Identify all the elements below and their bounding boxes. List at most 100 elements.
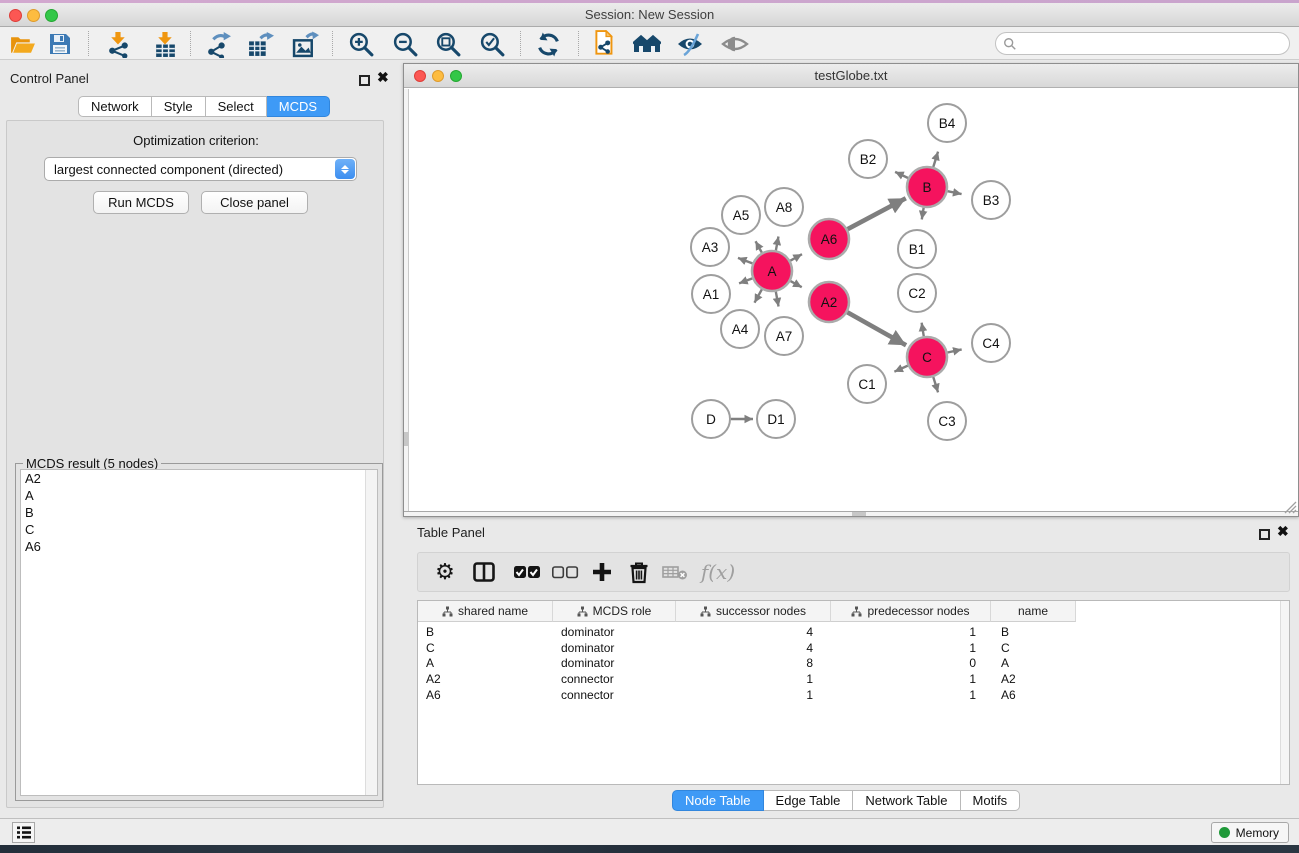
table-scrollbar[interactable] <box>1280 601 1289 784</box>
export-image-button[interactable] <box>290 30 320 58</box>
edge-A-A6[interactable] <box>790 254 802 261</box>
result-item[interactable]: A <box>21 487 377 504</box>
import-table-button[interactable] <box>150 30 180 58</box>
result-list-scrollbar[interactable] <box>365 470 377 795</box>
table-options-button[interactable]: ⚙ <box>431 553 459 591</box>
hide-selected-button[interactable] <box>675 30 705 58</box>
optimization-criterion-dropdown[interactable]: largest connected component (directed) <box>44 157 357 181</box>
zoom-selected-button[interactable] <box>477 30 507 58</box>
result-item[interactable]: A2 <box>21 470 377 487</box>
column-header-successor-nodes[interactable]: successor nodes <box>676 601 831 622</box>
network-graph[interactable]: AA1A2A3A4A5A6A7A8BB1B2B3B4CC1C2C3C4DD1 <box>404 89 1298 512</box>
deselect-all-button[interactable] <box>549 553 581 591</box>
node-C[interactable]: C <box>907 337 947 377</box>
edge-A-A8[interactable] <box>776 236 779 250</box>
tab-edge-table[interactable]: Edge Table <box>764 790 854 811</box>
network-canvas[interactable]: AA1A2A3A4A5A6A7A8BB1B2B3B4CC1C2C3C4DD1 <box>404 89 1298 516</box>
edge-A2-C[interactable] <box>847 312 906 345</box>
node-B[interactable]: B <box>907 167 947 207</box>
node-C1[interactable]: C1 <box>848 365 886 403</box>
network-vertical-scrollbar[interactable] <box>404 89 409 511</box>
home-layout-button[interactable] <box>632 30 662 58</box>
node-A1[interactable]: A1 <box>692 275 730 313</box>
open-session-button[interactable] <box>7 30 37 58</box>
add-column-button[interactable] <box>587 553 617 591</box>
node-A7[interactable]: A7 <box>765 317 803 355</box>
tab-style[interactable]: Style <box>152 96 206 117</box>
node-A6[interactable]: A6 <box>809 219 849 259</box>
memory-button[interactable]: Memory <box>1211 822 1289 843</box>
edge-C-C3[interactable] <box>933 377 938 392</box>
result-item[interactable]: C <box>21 521 377 538</box>
table-panel-close-button[interactable]: ✖ <box>1277 526 1289 537</box>
node-C4[interactable]: C4 <box>972 324 1010 362</box>
edge-B-B2[interactable] <box>895 172 908 178</box>
column-header-predecessor-nodes[interactable]: predecessor nodes <box>831 601 991 622</box>
node-A8[interactable]: A8 <box>765 188 803 226</box>
tab-motifs[interactable]: Motifs <box>961 790 1021 811</box>
edge-A6-B[interactable] <box>848 198 906 229</box>
node-C3[interactable]: C3 <box>928 402 966 440</box>
table-row[interactable]: A2connector11A2 <box>418 671 1280 687</box>
network-window-titlebar[interactable]: testGlobe.txt <box>404 64 1298 88</box>
edge-A-A5[interactable] <box>756 241 762 252</box>
function-builder-button[interactable]: f(x) <box>698 553 738 591</box>
column-header-name[interactable]: name <box>991 601 1076 622</box>
node-D[interactable]: D <box>692 400 730 438</box>
mcds-result-list[interactable]: A2ABCA6 <box>20 469 378 796</box>
edge-A-A7[interactable] <box>776 292 779 307</box>
clone-network-button[interactable] <box>590 30 620 58</box>
node-D1[interactable]: D1 <box>757 400 795 438</box>
result-item[interactable]: B <box>21 504 377 521</box>
edge-B-B1[interactable] <box>922 208 924 220</box>
table-panel-float-button[interactable] <box>1259 527 1270 545</box>
zoom-out-button[interactable] <box>390 30 420 58</box>
node-C2[interactable]: C2 <box>898 274 936 312</box>
node-A[interactable]: A <box>752 251 792 291</box>
edge-B-B3[interactable] <box>948 191 962 194</box>
node-B1[interactable]: B1 <box>898 230 936 268</box>
delete-table-button[interactable] <box>659 553 691 591</box>
show-all-button[interactable] <box>720 30 750 58</box>
select-all-button[interactable] <box>511 553 543 591</box>
delete-column-button[interactable] <box>625 553 653 591</box>
tab-node-table[interactable]: Node Table <box>672 790 764 811</box>
node-B4[interactable]: B4 <box>928 104 966 142</box>
node-A4[interactable]: A4 <box>721 310 759 348</box>
edge-C-C4[interactable] <box>948 349 962 352</box>
column-header-shared-name[interactable]: shared name <box>418 601 553 622</box>
tab-select[interactable]: Select <box>206 96 267 117</box>
table-row[interactable]: Bdominator41B <box>418 624 1280 640</box>
node-A5[interactable]: A5 <box>722 196 760 234</box>
control-panel-close-button[interactable]: ✖ <box>377 72 389 83</box>
table-row[interactable]: Adominator80A <box>418 655 1280 671</box>
export-table-button[interactable] <box>245 30 275 58</box>
task-history-button[interactable] <box>12 822 35 843</box>
edge-C-C2[interactable] <box>922 323 924 337</box>
node-A2[interactable]: A2 <box>809 282 849 322</box>
edge-A-A3[interactable] <box>738 258 752 264</box>
import-network-button[interactable] <box>103 30 133 58</box>
edge-A-A1[interactable] <box>739 278 752 283</box>
result-item[interactable]: A6 <box>21 538 377 555</box>
search-field[interactable] <box>995 32 1290 55</box>
tab-network[interactable]: Network <box>78 96 152 117</box>
edge-A-A2[interactable] <box>790 281 801 287</box>
table-row[interactable]: A6connector11A6 <box>418 687 1280 703</box>
save-session-button[interactable] <box>45 30 75 58</box>
node-B2[interactable]: B2 <box>849 140 887 178</box>
refresh-button[interactable] <box>533 30 563 58</box>
table-row[interactable]: Cdominator41C <box>418 640 1280 656</box>
edge-C-C1[interactable] <box>894 366 907 372</box>
column-header-MCDS-role[interactable]: MCDS role <box>553 601 676 622</box>
zoom-in-button[interactable] <box>346 30 376 58</box>
node-B3[interactable]: B3 <box>972 181 1010 219</box>
resize-grip-icon[interactable] <box>1281 498 1297 514</box>
tab-mcds[interactable]: MCDS <box>267 96 330 117</box>
run-mcds-button[interactable]: Run MCDS <box>93 191 189 214</box>
export-network-button[interactable] <box>203 30 233 58</box>
control-panel-float-button[interactable] <box>359 73 370 91</box>
close-panel-button[interactable]: Close panel <box>201 191 308 214</box>
tab-network-table[interactable]: Network Table <box>853 790 960 811</box>
network-horizontal-scrollbar[interactable] <box>404 511 1298 516</box>
